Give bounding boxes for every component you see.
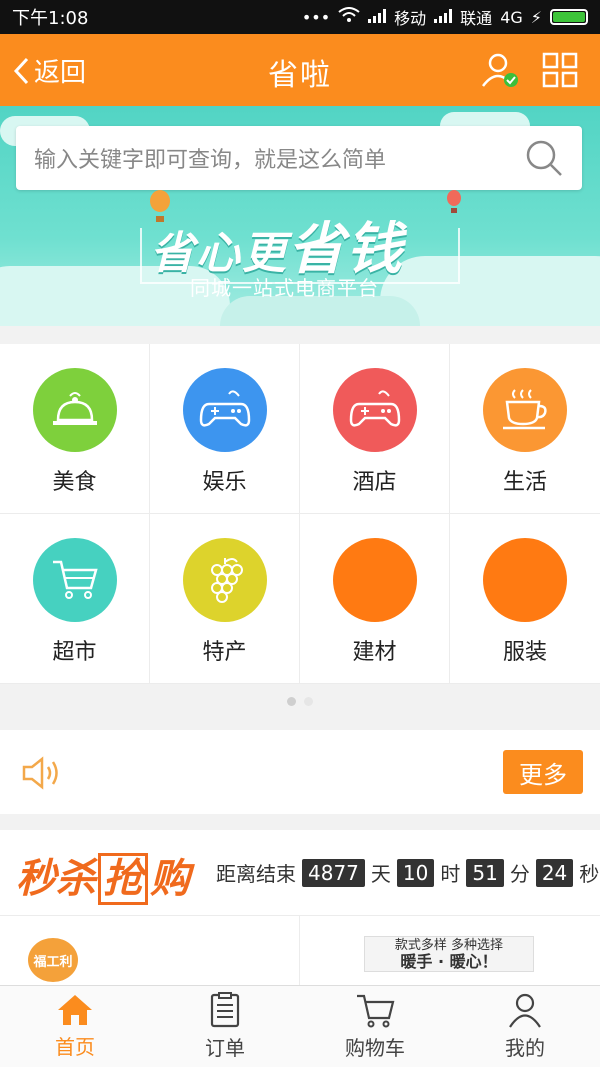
days-unit: 天 <box>370 862 391 886</box>
category-specialty[interactable]: 特产 <box>150 514 300 684</box>
status-right: ••• 移动 联通 4G ⚡ <box>302 5 588 29</box>
hours-unit: 时 <box>440 862 461 886</box>
category-label: 娱乐 <box>202 470 247 495</box>
charging-icon: ⚡ <box>530 7 542 27</box>
balloon-icon <box>447 190 461 213</box>
flash-sale-title-1: 秒杀 <box>16 856 96 902</box>
tab-label: 订单 <box>205 1036 245 1060</box>
countdown-seconds: 24 <box>535 858 574 887</box>
tab-me[interactable]: 我的 <box>450 986 600 1067</box>
order-list-icon <box>210 992 240 1028</box>
tab-cart[interactable]: 购物车 <box>300 986 450 1067</box>
pager-dot-active[interactable] <box>287 696 296 706</box>
category-icon-bg <box>332 368 417 452</box>
flash-sale-title: 秒杀抢购 <box>16 846 190 905</box>
countdown-minutes: 51 <box>466 858 504 887</box>
category-clothing[interactable]: 服装 <box>450 514 600 684</box>
grapes-icon <box>210 558 243 603</box>
search-bar[interactable]: 输入关键字即可查询，就是这么简单 <box>16 126 582 190</box>
category-icon-bg <box>32 368 117 452</box>
tab-label: 我的 <box>505 1036 545 1060</box>
more-button[interactable]: 更多 <box>503 750 583 794</box>
category-label: 服装 <box>502 640 547 665</box>
coffee-cup-icon <box>503 389 547 430</box>
category-icon-bg <box>182 538 267 622</box>
shopping-cart-icon <box>52 560 98 599</box>
category-building-materials[interactable]: 建材 <box>300 514 450 684</box>
product-list: 福工利 款式多样 多种选择 暖手 · 暖心！ <box>0 916 600 986</box>
home-icon <box>58 995 92 1025</box>
notice-bar: 更多 <box>0 730 600 814</box>
pager-dot[interactable] <box>304 696 313 706</box>
wifi-icon <box>338 7 360 27</box>
gamepad-icon <box>199 390 250 427</box>
category-icon-bg <box>32 538 117 622</box>
category-icon-bg <box>483 538 567 622</box>
category-entertainment[interactable]: 娱乐 <box>150 344 300 514</box>
promo-banner[interactable]: 输入关键字即可查询，就是这么简单 省心更省钱 同城一站式电商平台 <box>0 106 600 326</box>
food-cloche-icon <box>52 392 97 425</box>
category-hotel[interactable]: 酒店 <box>300 344 450 514</box>
user-check-icon[interactable] <box>480 50 520 90</box>
signal-icon <box>368 8 387 27</box>
category-supermarket[interactable]: 超市 <box>0 514 150 684</box>
status-time: 下午1:08 <box>12 8 89 29</box>
category-label: 美食 <box>52 470 97 495</box>
product-card[interactable]: 款式多样 多种选择 暖手 · 暖心！ <box>300 916 600 986</box>
countdown: 距离结束 4877 天 10 时 51 分 24 秒 <box>216 858 599 887</box>
gamepad-icon <box>349 390 400 427</box>
person-icon <box>509 993 541 1028</box>
signal-icon-2 <box>434 8 453 27</box>
network-type: 4G <box>500 7 523 27</box>
flash-sale-title-3: 购 <box>150 856 190 902</box>
balloon-icon <box>150 190 170 222</box>
category-label: 特产 <box>202 640 247 665</box>
category-food[interactable]: 美食 <box>0 344 150 514</box>
category-icon-bg <box>332 538 417 622</box>
tab-label: 首页 <box>55 1035 95 1059</box>
grid-icon[interactable] <box>542 52 578 88</box>
category-label: 建材 <box>352 640 397 665</box>
category-grid: 美食 娱乐 酒店 生活 超市 特产 建材 服装 <box>0 344 600 684</box>
tab-label: 购物车 <box>345 1036 405 1060</box>
carrier-2: 联通 <box>460 9 493 28</box>
product-card[interactable]: 福工利 <box>0 916 300 986</box>
product-promo-tag: 款式多样 多种选择 暖手 · 暖心！ <box>364 936 534 972</box>
app-screen: 下午1:08 ••• 移动 联通 4G ⚡ 返回 省啦 输入关键字即可查询，就是… <box>0 0 600 1067</box>
countdown-prefix: 距离结束 <box>216 862 296 886</box>
promo-line-2: 暖手 · 暖心！ <box>400 952 498 971</box>
app-header: 返回 省啦 <box>0 34 600 106</box>
speaker-icon <box>22 756 58 790</box>
flash-sale-title-2: 抢 <box>98 853 148 905</box>
category-label: 酒店 <box>352 470 397 495</box>
tab-home[interactable]: 首页 <box>0 986 150 1067</box>
pager-dots <box>0 684 600 718</box>
cart-icon <box>357 994 395 1028</box>
tab-orders[interactable]: 订单 <box>150 986 300 1067</box>
bottom-nav: 首页 订单 购物车 我的 <box>0 985 600 1067</box>
minutes-unit: 分 <box>509 862 530 886</box>
more-dots-icon: ••• <box>301 7 331 27</box>
search-icon[interactable] <box>524 138 564 178</box>
product-brand-logo: 福工利 <box>28 938 78 982</box>
banner-subtitle: 同城一站式电商平台 <box>190 276 379 300</box>
category-life[interactable]: 生活 <box>450 344 600 514</box>
category-icon-bg <box>483 368 567 452</box>
category-label: 生活 <box>502 470 547 495</box>
battery-icon <box>550 9 588 25</box>
seconds-unit: 秒 <box>579 862 600 886</box>
flash-sale-header[interactable]: 秒杀抢购 距离结束 4877 天 10 时 51 分 24 秒 <box>0 830 600 916</box>
countdown-days: 4877 <box>302 858 365 887</box>
countdown-hours: 10 <box>396 858 435 887</box>
category-icon-bg <box>182 368 267 452</box>
status-bar: 下午1:08 ••• 移动 联通 4G ⚡ <box>0 0 600 34</box>
search-placeholder[interactable]: 输入关键字即可查询，就是这么简单 <box>34 142 524 174</box>
carrier-1: 移动 <box>394 9 427 28</box>
category-label: 超市 <box>52 640 97 665</box>
